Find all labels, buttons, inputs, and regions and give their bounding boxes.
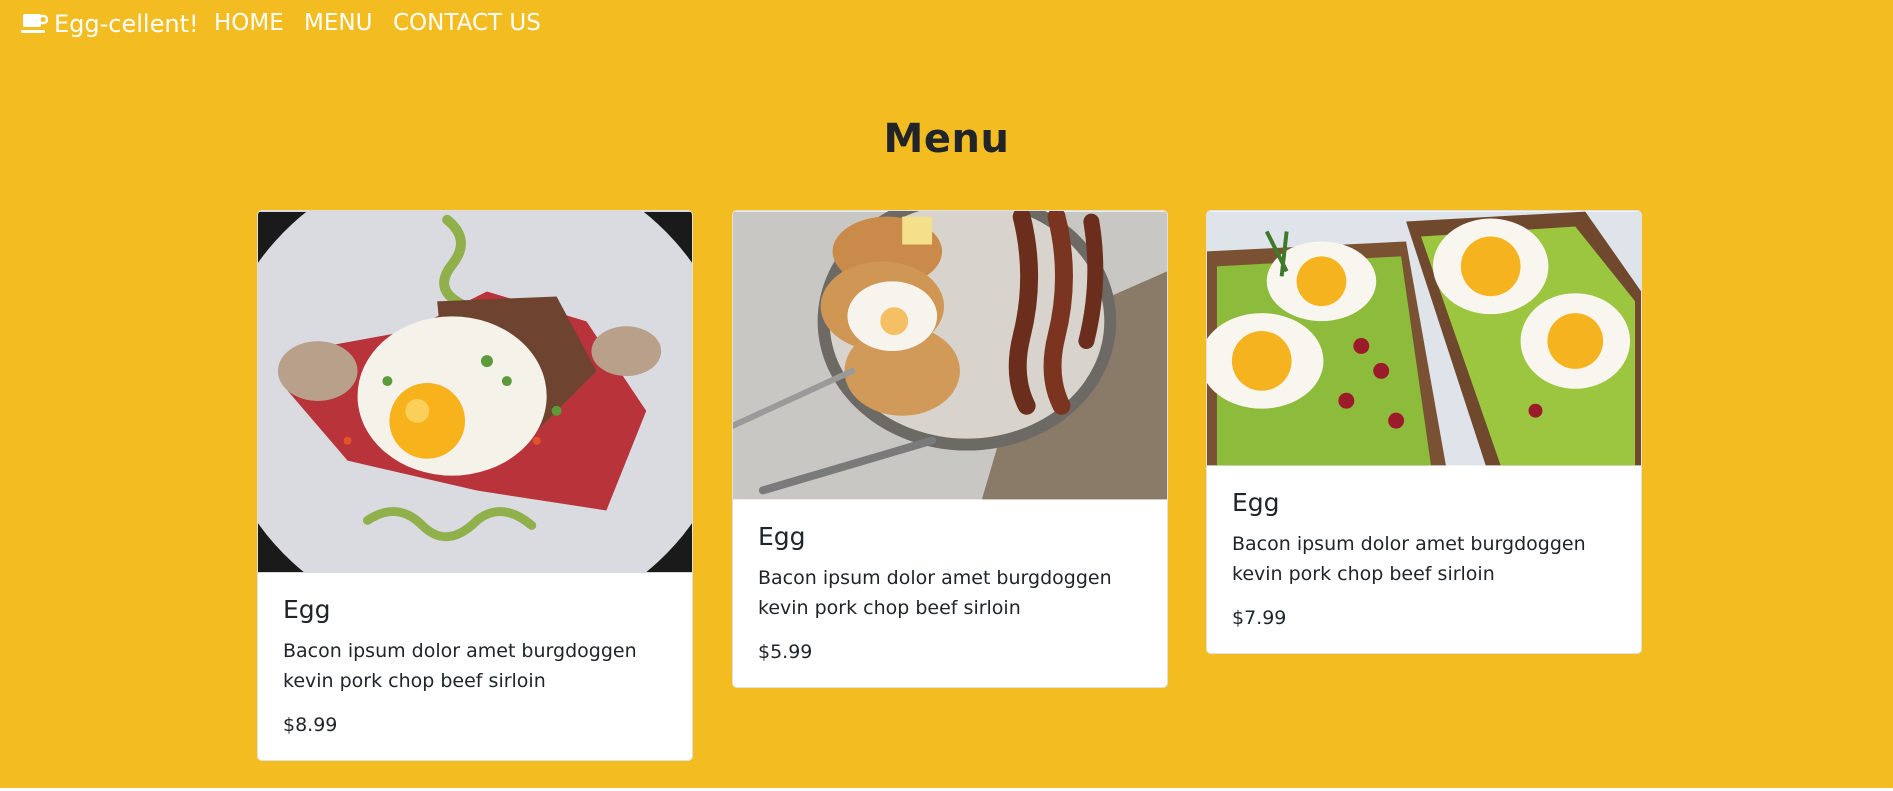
- card-image: [258, 211, 692, 573]
- brand-link[interactable]: Egg-cellent!: [20, 10, 199, 38]
- nav-link-home[interactable]: HOME: [214, 10, 284, 36]
- card-price: $7.99: [1232, 607, 1287, 629]
- card-title: Egg: [1232, 488, 1280, 517]
- brand-label: Egg-cellent!: [54, 10, 199, 38]
- card-body: Egg Bacon ipsum dolor amet burgdoggen ke…: [258, 573, 692, 760]
- navbar: Egg-cellent! HOME MENU CONTACT US: [0, 0, 1893, 50]
- card-image: [1207, 211, 1641, 466]
- menu-card: Egg Bacon ipsum dolor amet burgdoggen ke…: [257, 210, 693, 761]
- card-description: Bacon ipsum dolor amet burgdoggen kevin …: [283, 640, 637, 692]
- card-image: [733, 211, 1167, 500]
- page-title: Menu: [883, 116, 1010, 162]
- nav-link-menu[interactable]: MENU: [304, 10, 372, 36]
- card-body: Egg Bacon ipsum dolor amet burgdoggen ke…: [733, 500, 1167, 687]
- card-title: Egg: [283, 595, 331, 624]
- menu-card: Egg Bacon ipsum dolor amet burgdoggen ke…: [732, 210, 1168, 688]
- nav-link-contact-us[interactable]: CONTACT US: [393, 10, 541, 36]
- coffee-cup-icon: [21, 14, 48, 33]
- card-description: Bacon ipsum dolor amet burgdoggen kevin …: [1232, 533, 1586, 585]
- card-description: Bacon ipsum dolor amet burgdoggen kevin …: [758, 567, 1112, 619]
- menu-card: Egg Bacon ipsum dolor amet burgdoggen ke…: [1206, 210, 1642, 654]
- card-price: $5.99: [758, 641, 813, 663]
- card-body: Egg Bacon ipsum dolor amet burgdoggen ke…: [1207, 466, 1641, 653]
- card-price: $8.99: [283, 714, 338, 736]
- card-title: Egg: [758, 522, 806, 551]
